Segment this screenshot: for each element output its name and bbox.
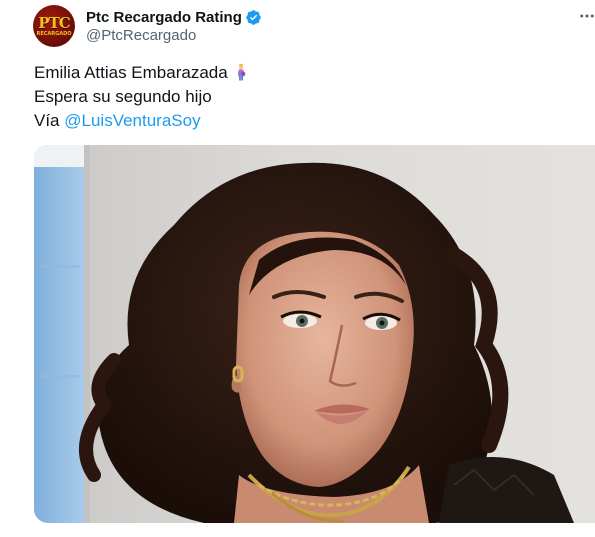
tweet-media-photo[interactable] — [34, 145, 595, 523]
avatar[interactable]: PTC RECARGADO — [33, 5, 75, 47]
tweet-line-3: Vía @LuisVenturaSoy — [34, 109, 248, 133]
tweet-line-1: Emilia Attias Embarazada — [34, 61, 248, 85]
avatar-logo-subtext: RECARGADO — [36, 30, 72, 37]
via-label: Vía — [34, 111, 65, 130]
verified-badge-icon — [246, 9, 261, 25]
author-handle[interactable]: @PtcRecargado — [86, 27, 196, 44]
author-display-name[interactable]: Ptc Recargado Rating — [86, 9, 242, 26]
photo-image — [34, 145, 595, 523]
pregnant-woman-emoji-icon — [237, 63, 246, 81]
tweet-line-1-text: Emilia Attias Embarazada — [34, 63, 228, 82]
tweet-line-2: Espera su segundo hijo — [34, 87, 212, 106]
more-dots-glyph — [580, 14, 594, 18]
author-name-row: Ptc Recargado Rating — [86, 7, 262, 27]
tweet-text: Emilia Attias Embarazada Espera su segun… — [34, 61, 248, 133]
more-horizontal-icon[interactable] — [578, 6, 595, 26]
mention-link[interactable]: @LuisVenturaSoy — [64, 111, 200, 130]
avatar-logo-text: PTC — [38, 13, 70, 32]
